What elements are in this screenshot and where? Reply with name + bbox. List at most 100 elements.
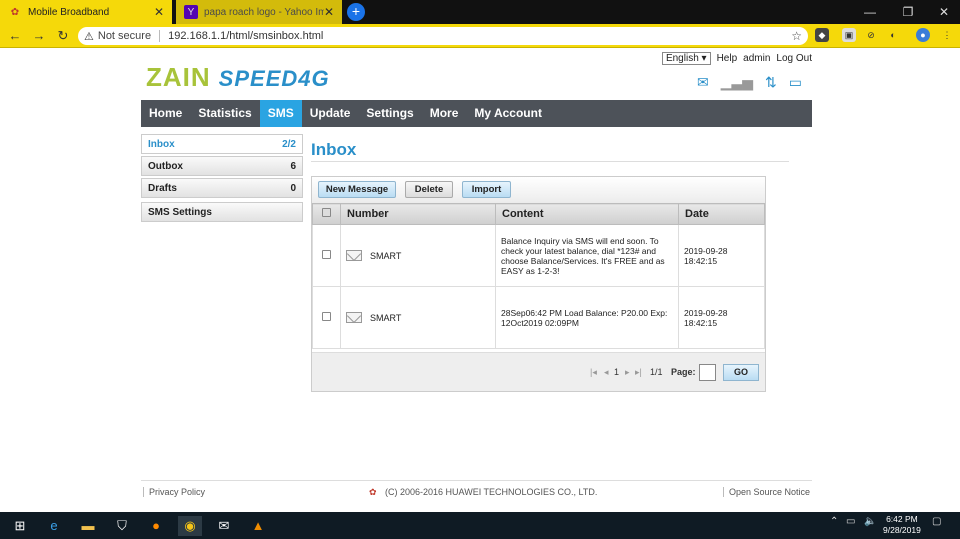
address-bar[interactable]: ⚠ Not secure 192.168.1.1/html/smsinbox.h… (78, 27, 808, 45)
tab-yahoo-image[interactable]: Y papa roach logo - Yahoo Image ✕ (176, 0, 342, 24)
tab-label: Mobile Broadband (28, 6, 110, 18)
profile-avatar[interactable]: ● (916, 28, 930, 42)
menu-dots-icon[interactable]: ⋮ (940, 28, 954, 42)
nav-update[interactable]: Update (302, 100, 359, 127)
windows-start-icon[interactable]: ⊞ (10, 516, 30, 536)
sidebar-item-outbox[interactable]: Outbox 6 (141, 156, 303, 176)
edge-icon[interactable]: e (44, 516, 64, 536)
tab-mobile-broadband[interactable]: ✿ Mobile Broadband ✕ (0, 0, 172, 24)
network-icon[interactable]: ▭ (846, 516, 855, 527)
table-row[interactable]: SMART 28Sep06:42 PM Load Balance: P20.00… (312, 286, 765, 349)
inbox-panel: New Message Delete Import Number Content… (311, 176, 766, 392)
mail-icon[interactable]: ✉ (214, 516, 234, 536)
sidebar-item-sms-settings[interactable]: SMS Settings (141, 202, 303, 222)
inbox-count: 2/2 (282, 138, 296, 150)
sidebar-item-drafts[interactable]: Drafts 0 (141, 178, 303, 198)
close-tab-icon[interactable]: ✕ (324, 5, 334, 19)
huawei-favicon-icon: ✿ (10, 6, 20, 18)
nav-more[interactable]: More (422, 100, 467, 127)
divider (311, 161, 789, 162)
nav-settings[interactable]: Settings (358, 100, 421, 127)
chevron-up-icon[interactable]: ⌃ (830, 516, 838, 527)
open-source-link[interactable]: Open Source Notice (723, 487, 810, 497)
connection-icon: ▭ (788, 74, 803, 90)
bookmark-star-icon[interactable]: ☆ (791, 29, 802, 43)
file-explorer-icon[interactable]: ▬ (78, 516, 98, 536)
system-clock[interactable]: 6:42 PM 9/28/2019 (883, 514, 921, 536)
restore-icon[interactable]: ❐ (890, 0, 926, 24)
help-link[interactable]: Help (717, 53, 738, 64)
nav-my-account[interactable]: My Account (466, 100, 550, 127)
messages-table: Number Content Date SMART Balance Inquir… (312, 203, 765, 349)
new-tab-button[interactable]: + (347, 3, 365, 21)
data-transfer-icon: ⇅ (765, 74, 777, 90)
column-header-content[interactable]: Content (495, 203, 679, 225)
divider (159, 30, 161, 42)
status-icons: ✉ ▁▃▅ ⇅ ▭ (697, 74, 802, 91)
current-page[interactable]: 1 (614, 367, 619, 377)
privacy-policy-link[interactable]: Privacy Policy (143, 487, 205, 497)
store-icon[interactable]: ⛉ (112, 516, 132, 536)
footer: Privacy Policy ✿ (C) 2006-2016 HUAWEI TE… (141, 480, 812, 502)
envelope-icon (346, 250, 362, 262)
pagination: |◂ ◂ 1 ▸ ▸| 1/1 Page: GO (312, 352, 765, 391)
extension-icon[interactable]: ◆ (815, 28, 829, 42)
column-header-number[interactable]: Number (340, 203, 496, 225)
go-button[interactable]: GO (723, 364, 759, 381)
admin-link[interactable]: admin (743, 53, 770, 64)
next-page-icon[interactable]: ▸ (625, 367, 630, 378)
huawei-logo-icon: ✿ (369, 487, 377, 497)
language-select[interactable]: English ▾ (661, 52, 711, 65)
close-window-icon[interactable]: ✕ (926, 0, 960, 24)
chrome-icon[interactable]: ◉ (178, 516, 202, 536)
tab-label: papa roach logo - Yahoo Image (204, 6, 324, 18)
last-page-icon[interactable]: ▸| (635, 367, 642, 378)
browser-tab-bar: ✿ Mobile Broadband ✕ Y papa roach logo -… (0, 0, 960, 24)
security-label: Not secure (97, 30, 152, 42)
sender-number: SMART (370, 312, 402, 323)
prev-page-icon[interactable]: ◂ (604, 367, 609, 378)
message-content[interactable]: 28Sep06:42 PM Load Balance: P20.00 Exp: … (495, 286, 679, 349)
message-content[interactable]: Balance Inquiry via SMS will end soon. T… (495, 224, 679, 287)
notifications-icon[interactable]: ▢ (932, 516, 941, 527)
table-row[interactable]: SMART Balance Inquiry via SMS will end s… (312, 224, 765, 287)
minimize-icon[interactable]: — (852, 0, 888, 24)
nav-statistics[interactable]: Statistics (190, 100, 259, 127)
yahoo-favicon-icon: Y (184, 5, 198, 19)
sidebar-item-inbox[interactable]: Inbox 2/2 (141, 134, 303, 154)
drafts-count: 0 (290, 182, 296, 194)
url-text: 192.168.1.1/html/smsinbox.html (168, 30, 324, 42)
sender-number: SMART (370, 250, 402, 261)
column-header-date[interactable]: Date (678, 203, 765, 225)
logout-link[interactable]: Log Out (776, 53, 812, 64)
zain-speed4g-logo: ZAIN SPEED4G (146, 62, 330, 92)
nav-home[interactable]: Home (141, 100, 190, 127)
vlc-icon[interactable]: ▲ (248, 516, 268, 536)
volume-icon[interactable]: 🔈 (864, 516, 876, 527)
action-bar: New Message Delete Import (312, 177, 765, 203)
back-arrow-icon[interactable]: ← (6, 27, 24, 45)
envelope-icon[interactable]: ✉ (697, 74, 709, 91)
page-title: Inbox (311, 140, 357, 159)
import-button[interactable]: Import (462, 181, 511, 198)
delete-button[interactable]: Delete (405, 181, 453, 198)
outbox-count: 6 (290, 160, 296, 172)
copyright-text: (C) 2006-2016 HUAWEI TECHNOLOGIES CO., L… (385, 487, 598, 497)
extension-icon[interactable]: ◐ (886, 28, 900, 42)
row-checkbox[interactable] (322, 312, 331, 321)
new-message-button[interactable]: New Message (318, 181, 396, 198)
row-checkbox[interactable] (322, 250, 331, 259)
first-page-icon[interactable]: |◂ (590, 367, 597, 378)
block-icon[interactable]: ⊘ (864, 28, 878, 42)
forward-arrow-icon[interactable]: → (30, 27, 48, 45)
close-tab-icon[interactable]: ✕ (154, 5, 164, 19)
reload-icon[interactable]: ↻ (54, 27, 72, 45)
page-input[interactable] (699, 364, 716, 381)
nav-sms[interactable]: SMS (259, 100, 302, 127)
extension-icon[interactable]: ▣ (842, 28, 856, 42)
firefox-icon[interactable]: ● (146, 516, 166, 536)
header-links: English ▾ Help admin Log Out (661, 52, 812, 65)
sms-sidebar: Inbox 2/2 Outbox 6 Drafts 0 SMS Settings (141, 134, 303, 224)
select-all-checkbox[interactable] (322, 208, 331, 217)
main-nav: Home Statistics SMS Update Settings More… (141, 100, 812, 127)
